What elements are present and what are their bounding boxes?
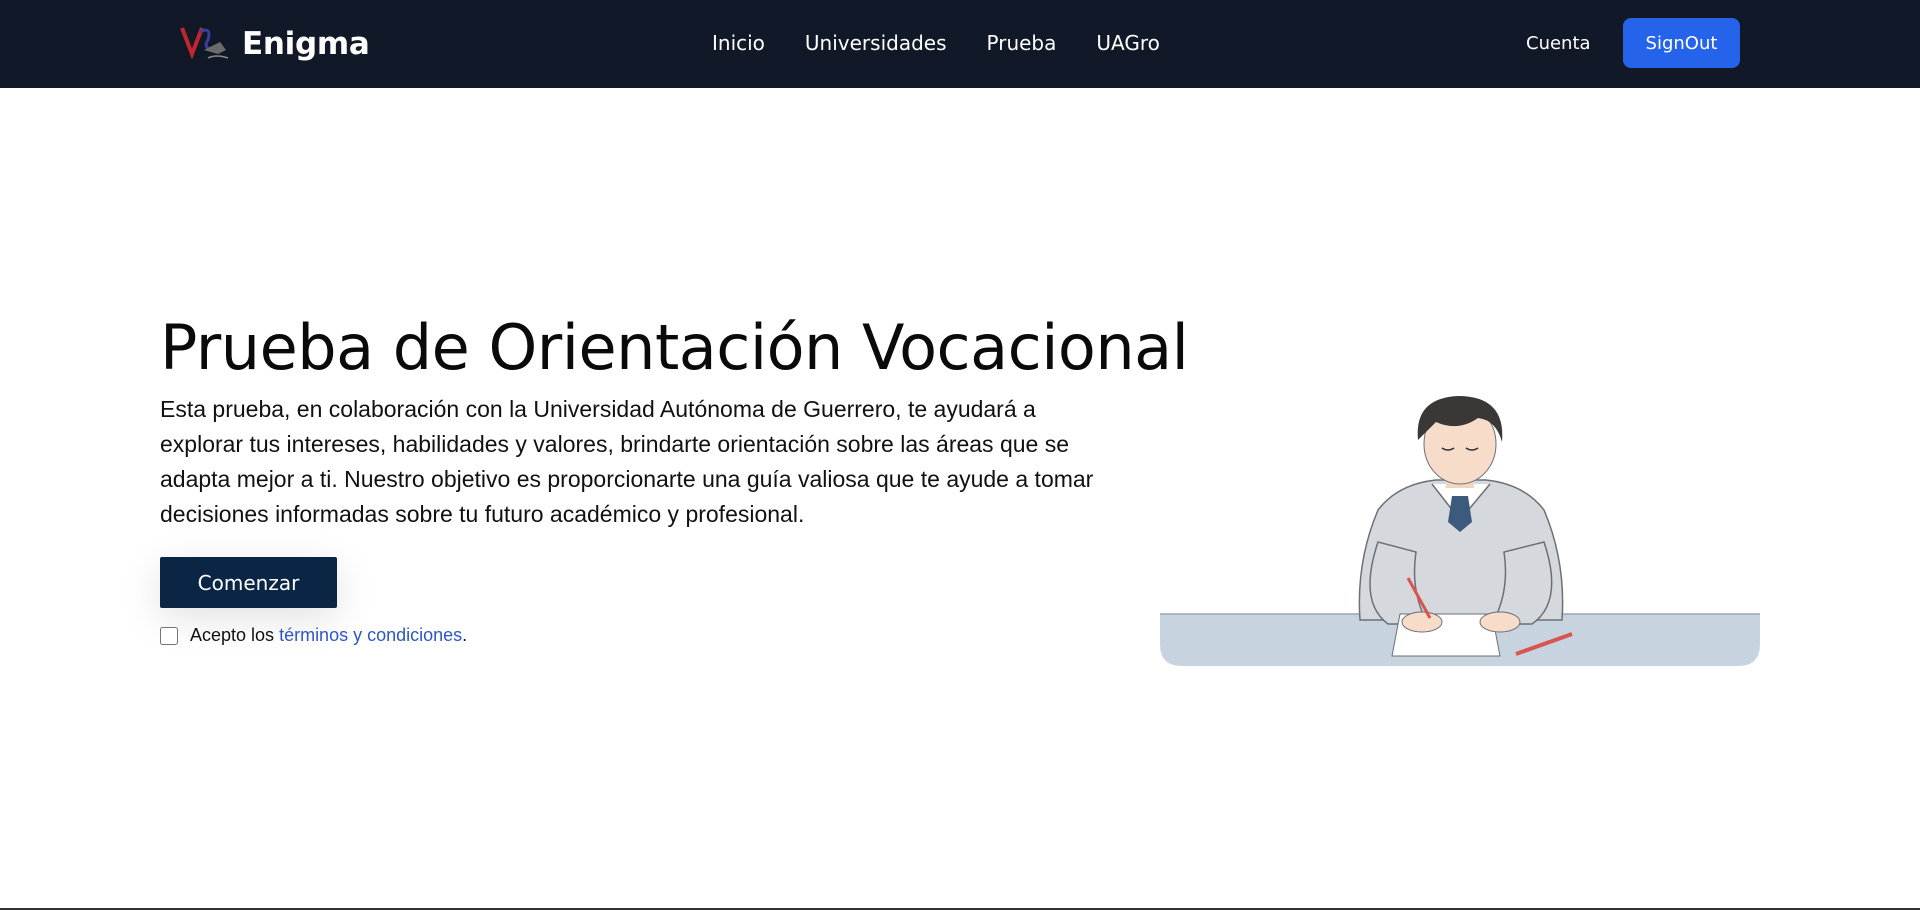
page-title: Prueba de Orientación Vocacional xyxy=(160,311,1189,384)
enigma-logo-icon xyxy=(180,27,229,60)
terms-suffix: . xyxy=(462,625,468,645)
nav-link-uagro[interactable]: UAGro xyxy=(1096,28,1160,58)
account-link[interactable]: Cuenta xyxy=(1526,30,1591,58)
brand[interactable]: Enigma xyxy=(178,20,370,68)
nav-link-universidades[interactable]: Universidades xyxy=(805,28,947,58)
student-illustration xyxy=(1160,396,1760,666)
terms-row: Acepto los términos y condiciones . xyxy=(160,625,467,646)
terms-link[interactable]: términos y condiciones xyxy=(279,625,462,646)
nav-link-prueba[interactable]: Prueba xyxy=(987,28,1057,58)
signout-button[interactable]: SignOut xyxy=(1623,18,1740,68)
terms-checkbox[interactable] xyxy=(160,626,178,645)
start-button[interactable]: Comenzar xyxy=(160,557,337,608)
brand-name: Enigma xyxy=(242,26,370,62)
terms-prefix: Acepto los xyxy=(190,625,280,645)
navbar: Enigma Inicio Universidades Prueba UAGro… xyxy=(0,0,1920,88)
main-nav: Inicio Universidades Prueba UAGro xyxy=(712,28,1200,58)
nav-link-inicio[interactable]: Inicio xyxy=(712,28,765,58)
hero-description: Esta prueba, en colaboración con la Univ… xyxy=(160,396,1094,527)
